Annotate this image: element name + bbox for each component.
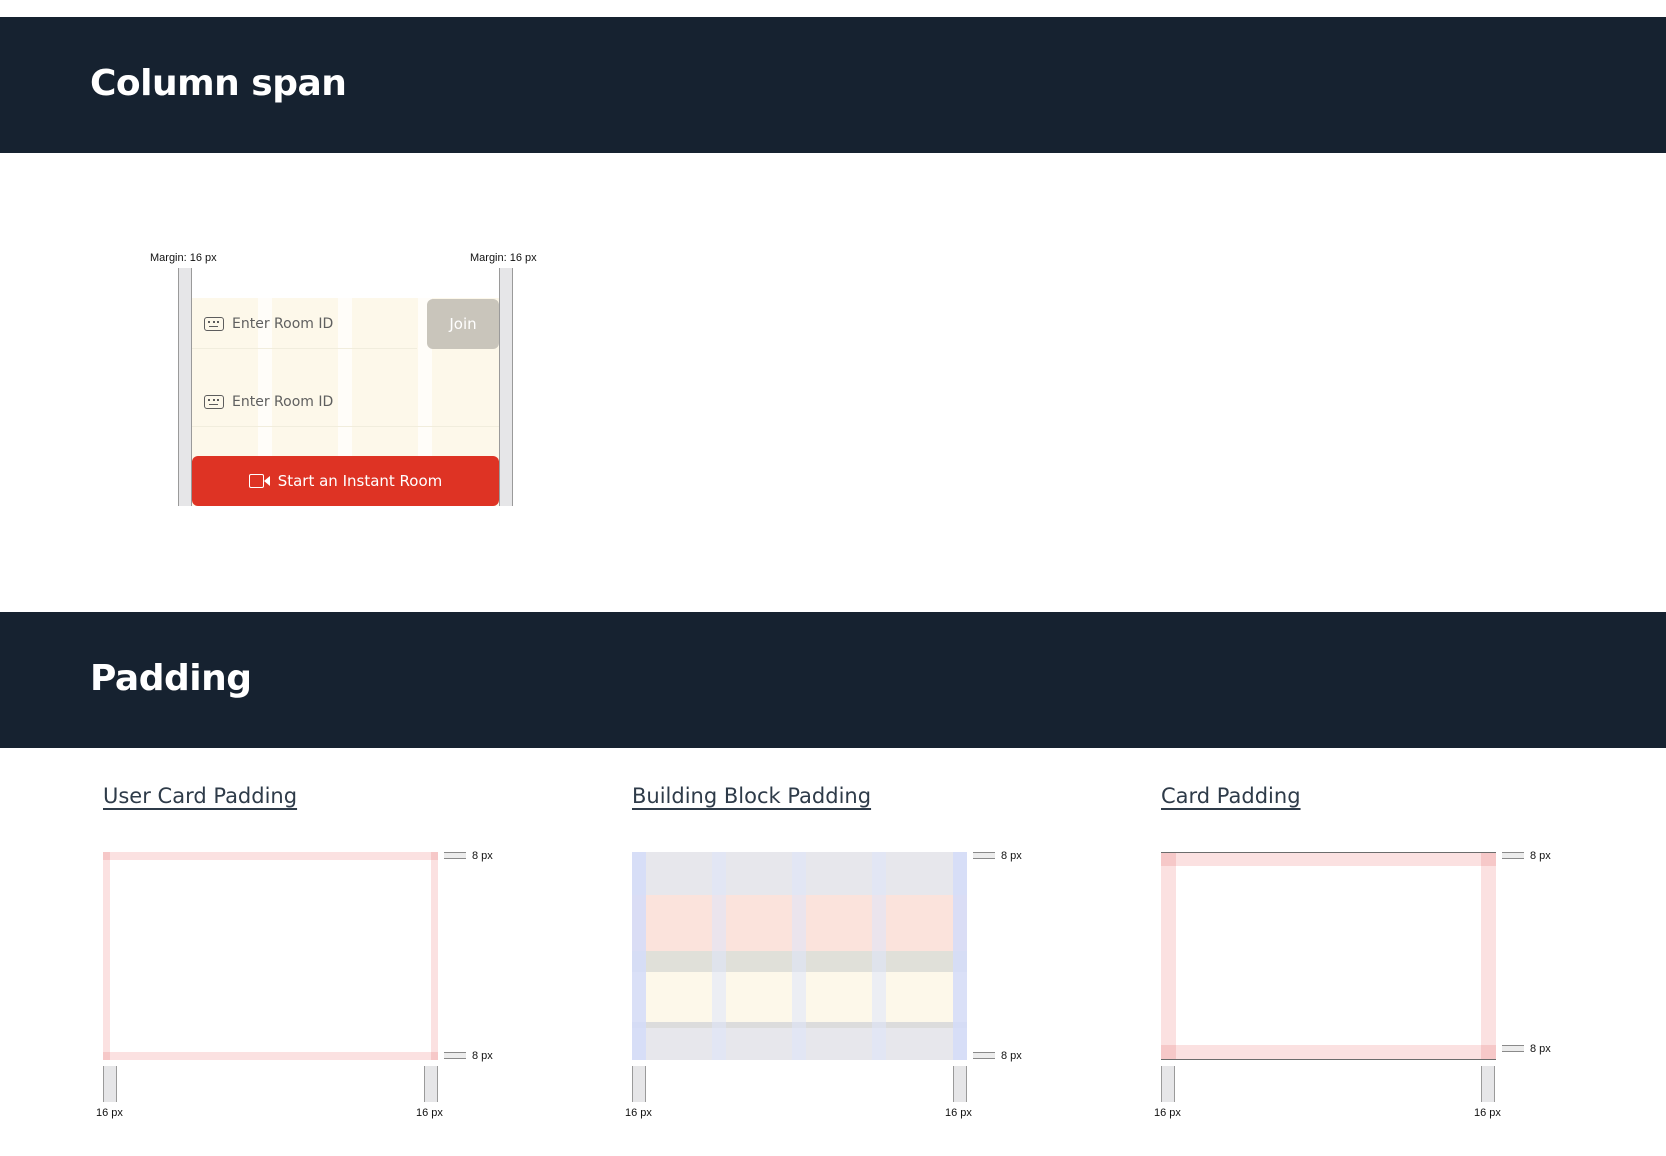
start-instant-room-label: Start an Instant Room bbox=[277, 472, 443, 490]
padding-top-label: 8 px bbox=[472, 850, 493, 862]
section-title: Column span bbox=[90, 63, 347, 104]
building-block-padding-diagram bbox=[632, 852, 967, 1060]
padding-right-bar bbox=[953, 1066, 967, 1102]
room-id-input-full[interactable]: Enter Room ID bbox=[192, 377, 499, 427]
padding-left-bar bbox=[1161, 1066, 1175, 1102]
start-instant-room-button[interactable]: Start an Instant Room bbox=[192, 456, 499, 506]
card-padding-diagram bbox=[1161, 852, 1496, 1060]
padding-bottom-label: 8 px bbox=[472, 1050, 493, 1062]
padding-bottom-indicator bbox=[973, 1052, 995, 1059]
margin-right-bar bbox=[499, 268, 513, 506]
user-card-padding-title: User Card Padding bbox=[103, 784, 298, 808]
margin-right-label: Margin: 16 px bbox=[470, 252, 537, 264]
padding-bottom-indicator bbox=[444, 1052, 466, 1059]
user-card-padding-block bbox=[103, 852, 438, 1060]
room-id-placeholder: Enter Room ID bbox=[232, 315, 334, 332]
building-block-padding-title: Building Block Padding bbox=[632, 784, 872, 808]
join-button[interactable]: Join bbox=[427, 299, 499, 349]
padding-header: Padding bbox=[0, 612, 1666, 748]
padding-right-label: 16 px bbox=[416, 1107, 443, 1119]
video-camera-icon bbox=[248, 474, 271, 488]
column-span-header: Column span bbox=[0, 17, 1666, 153]
padding-bottom-label: 8 px bbox=[1530, 1043, 1551, 1055]
building-block-padding-block bbox=[632, 852, 967, 1060]
room-id-placeholder: Enter Room ID bbox=[232, 393, 334, 410]
keyboard-icon bbox=[204, 394, 224, 409]
padding-bottom-label: 8 px bbox=[1001, 1050, 1022, 1062]
padding-right-bar bbox=[424, 1066, 438, 1102]
margin-left-label: Margin: 16 px bbox=[150, 252, 217, 264]
margin-left-bar bbox=[178, 268, 192, 506]
padding-top-indicator bbox=[973, 852, 995, 859]
padding-top-label: 8 px bbox=[1530, 850, 1551, 862]
padding-top-indicator bbox=[1502, 852, 1524, 859]
section-title: Padding bbox=[90, 658, 252, 699]
padding-left-label: 16 px bbox=[1154, 1107, 1181, 1119]
padding-left-bar bbox=[103, 1066, 117, 1102]
padding-top-label: 8 px bbox=[1001, 850, 1022, 862]
padding-left-bar bbox=[632, 1066, 646, 1102]
user-card-padding-diagram bbox=[103, 852, 438, 1060]
padding-left-label: 16 px bbox=[625, 1107, 652, 1119]
padding-right-label: 16 px bbox=[1474, 1107, 1501, 1119]
padding-right-bar bbox=[1481, 1066, 1495, 1102]
keyboard-icon bbox=[204, 316, 224, 331]
room-id-input[interactable]: Enter Room ID bbox=[192, 299, 417, 349]
padding-right-label: 16 px bbox=[945, 1107, 972, 1119]
column-span-mock: Enter Room ID Join Enter Room ID Start a… bbox=[178, 268, 513, 506]
card-padding-title: Card Padding bbox=[1161, 784, 1301, 808]
padding-bottom-indicator bbox=[1502, 1045, 1524, 1052]
card-padding-block bbox=[1161, 852, 1496, 1060]
padding-left-label: 16 px bbox=[96, 1107, 123, 1119]
padding-top-indicator bbox=[444, 852, 466, 859]
